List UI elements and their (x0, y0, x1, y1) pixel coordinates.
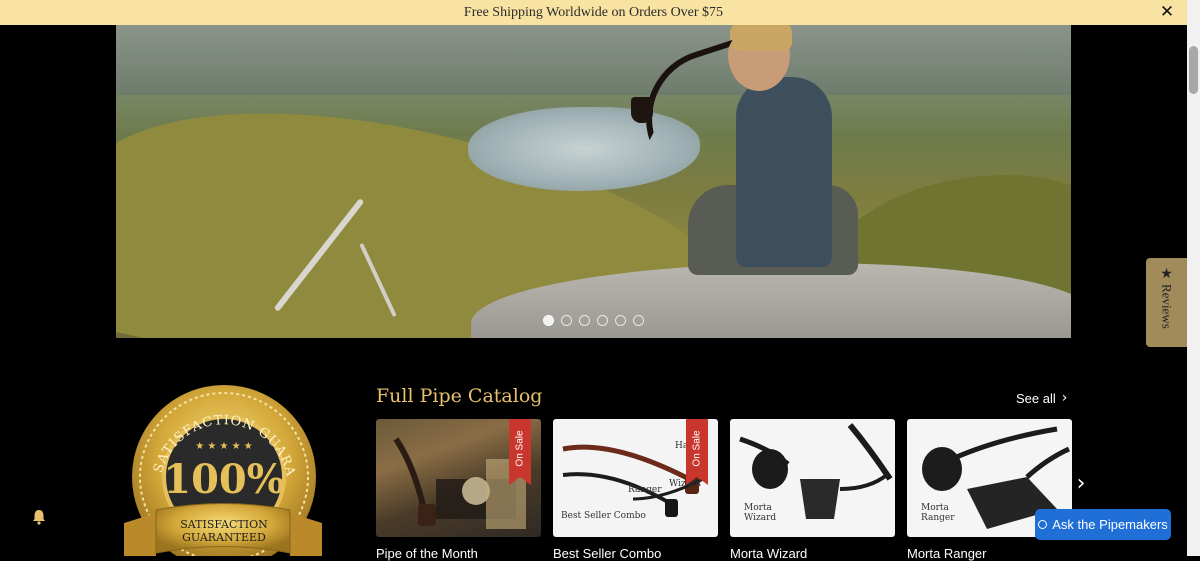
product-card[interactable]: Best Seller Combo Ranger Wizard Ha On Sa… (553, 419, 718, 561)
product-name[interactable]: Morta Ranger (907, 546, 986, 561)
seal-graphic: SATISFACTION GUARANTEED ★ ★ ★ ★ ★ 100% S… (116, 385, 322, 556)
image-caption: Morta Wizard (744, 503, 777, 523)
chat-status-icon (1038, 520, 1048, 529)
seal-banner-line-1: SATISFACTION (180, 518, 268, 531)
reviews-tab-label: Reviews (1159, 284, 1175, 329)
page-scrollbar[interactable] (1187, 0, 1200, 556)
product-card[interactable]: Morta Wizard Morta Wizard (730, 419, 895, 561)
slider-dot-4[interactable] (597, 315, 608, 326)
on-sale-badge: On Sale (509, 419, 531, 485)
product-image[interactable]: Morta Wizard (730, 419, 895, 537)
ask-pipemakers-label: Ask the Pipemakers (1052, 517, 1168, 532)
catalog-title: Full Pipe Catalog (376, 385, 543, 407)
see-all-link[interactable]: See all › (1016, 390, 1067, 406)
chevron-right-icon: › (1061, 390, 1068, 406)
hero-sky (116, 25, 1071, 95)
on-sale-badge: On Sale (686, 419, 708, 485)
slider-dot-1[interactable] (543, 315, 554, 326)
image-label-ranger: Ranger (628, 485, 662, 495)
seal-stars: ★ ★ ★ ★ ★ (195, 441, 253, 452)
slider-dots (116, 315, 1071, 326)
slider-dot-3[interactable] (579, 315, 590, 326)
scrollbar-thumb[interactable] (1189, 46, 1198, 94)
image-caption: Morta Ranger (921, 503, 955, 523)
announcement-text: Free Shipping Worldwide on Orders Over $… (463, 4, 724, 20)
product-card[interactable]: On Sale Pipe of the Month (376, 419, 541, 561)
close-icon[interactable]: ✕ (1157, 2, 1177, 22)
hero-person-hair (730, 25, 792, 51)
product-image[interactable]: On Sale (376, 419, 541, 537)
product-name[interactable]: Pipe of the Month (376, 546, 478, 561)
star-icon: ★ (1160, 266, 1173, 282)
seal-percent: 100% (163, 456, 285, 503)
product-image[interactable]: Best Seller Combo Ranger Wizard Ha On Sa… (553, 419, 718, 537)
slider-dot-6[interactable] (633, 315, 644, 326)
hero-pipe-bowl (631, 97, 653, 123)
ask-pipemakers-button[interactable]: Ask the Pipemakers (1035, 509, 1171, 540)
hero-banner[interactable] (116, 25, 1071, 338)
product-carousel: On Sale Pipe of the Month Best Seller Co… (376, 419, 1072, 561)
bell-icon[interactable] (31, 509, 47, 525)
slider-dot-2[interactable] (561, 315, 572, 326)
product-name[interactable]: Morta Wizard (730, 546, 807, 561)
product-name[interactable]: Best Seller Combo (553, 546, 661, 561)
satisfaction-guarantee-seal: SATISFACTION GUARANTEED ★ ★ ★ ★ ★ 100% S… (116, 385, 330, 556)
announcement-bar: Free Shipping Worldwide on Orders Over $… (0, 0, 1187, 25)
image-caption: Best Seller Combo (561, 511, 646, 521)
carousel-next-icon[interactable]: › (1072, 470, 1090, 496)
slider-dot-5[interactable] (615, 315, 626, 326)
see-all-label: See all (1016, 390, 1056, 406)
seal-banner-line-2: GUARANTEED (182, 531, 266, 544)
reviews-tab[interactable]: ★ Reviews (1146, 258, 1187, 347)
